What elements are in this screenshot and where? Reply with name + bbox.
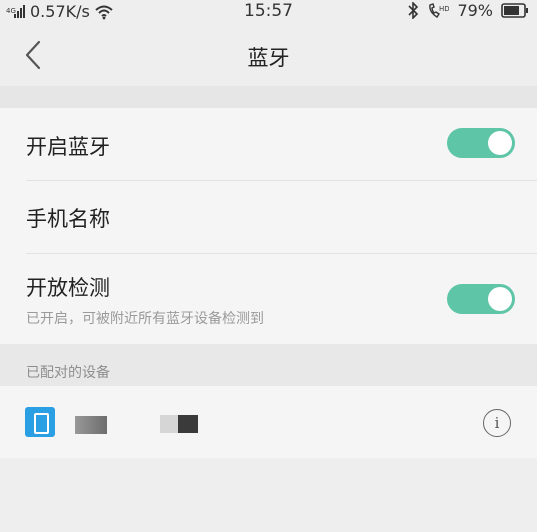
paired-devices-title: 已配对的设备 (26, 365, 110, 381)
bluetooth-toggle-row[interactable]: 开启蓝牙 (0, 108, 537, 180)
bluetooth-icon (407, 2, 419, 19)
status-right: HD 79% (407, 1, 529, 20)
bluetooth-toggle-switch[interactable] (447, 128, 515, 158)
battery-percent: 79% (457, 1, 493, 20)
toggle-knob (488, 131, 512, 155)
paired-devices-section-header: 已配对的设备 (0, 344, 537, 386)
device-name-redacted (75, 416, 107, 434)
toggle-knob (488, 287, 512, 311)
device-info-button[interactable]: i (483, 409, 511, 437)
visibility-label: 开放检测 (26, 276, 110, 300)
bluetooth-settings-list: 开启蓝牙 手机名称 开放检测 已开启，可被附近所有蓝牙设备检测到 (0, 108, 537, 344)
spacer (0, 86, 537, 108)
page-title: 蓝牙 (247, 46, 290, 70)
app-header: 蓝牙 (0, 24, 537, 86)
visibility-toggle-switch[interactable] (447, 284, 515, 314)
device-name-redacted (178, 415, 198, 433)
call-icon: HD (427, 2, 449, 19)
phone-name-row[interactable]: 手机名称 (0, 181, 537, 253)
info-icon: i (494, 414, 500, 432)
paired-device-row[interactable]: i (0, 386, 537, 458)
device-name-redacted (160, 415, 178, 433)
phone-icon (25, 407, 55, 437)
phone-name-label: 手机名称 (26, 207, 110, 231)
empty-area (0, 458, 537, 532)
bluetooth-toggle-label: 开启蓝牙 (26, 135, 110, 159)
status-bar: 4G 0.57K/s 15:57 HD 79% (0, 0, 537, 24)
battery-icon (501, 3, 529, 18)
visibility-row[interactable]: 开放检测 已开启，可被附近所有蓝牙设备检测到 (0, 254, 537, 344)
bluetooth-settings-screen: 4G 0.57K/s 15:57 HD 79% 蓝牙 开启蓝牙 手机名称 开放检… (0, 0, 537, 532)
visibility-subtitle: 已开启，可被附近所有蓝牙设备检测到 (26, 311, 264, 327)
svg-text:HD: HD (439, 5, 449, 13)
